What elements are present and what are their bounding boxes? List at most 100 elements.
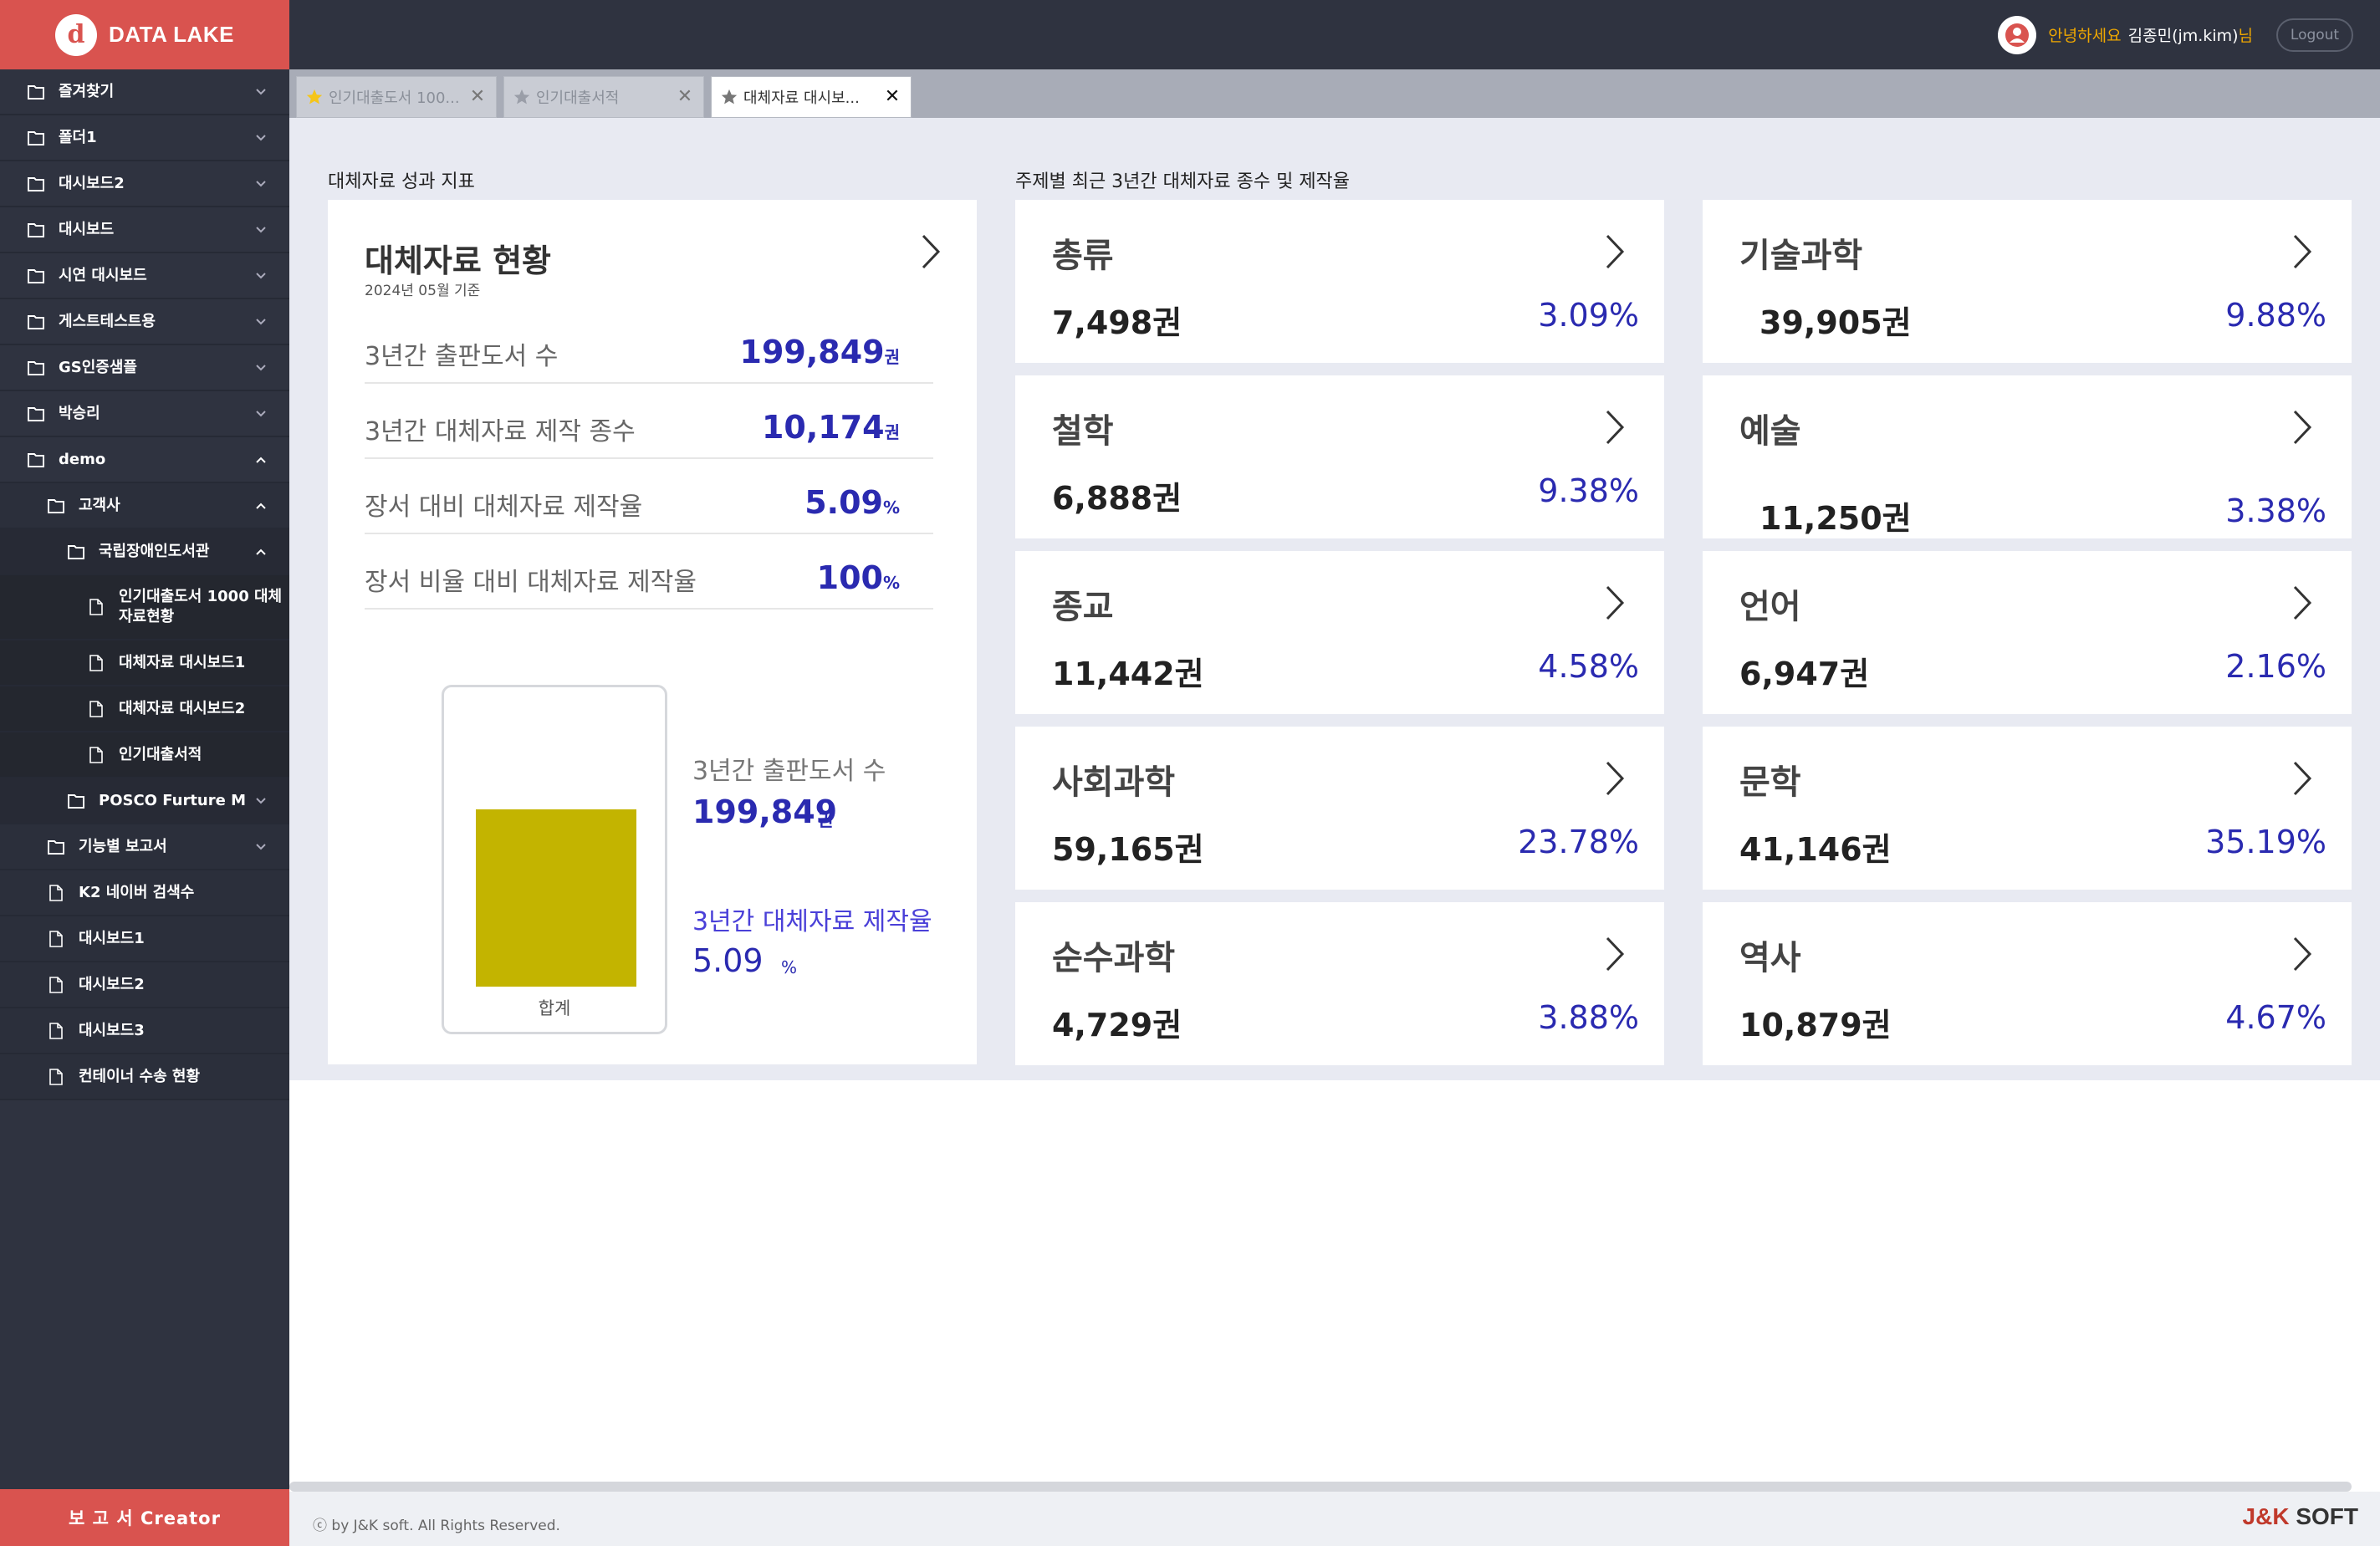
sidebar-item[interactable]: POSCO Furture M	[0, 778, 289, 824]
chevron-down-icon[interactable]	[254, 131, 268, 145]
sidebar-item[interactable]: 대체자료 대시보드2	[0, 686, 289, 732]
chevron-right-icon[interactable]	[2291, 936, 2313, 972]
sidebar-item[interactable]: 컨테이너 수송 현황	[0, 1054, 289, 1100]
chevron-right-icon[interactable]	[1604, 936, 1626, 972]
legend-rate-value: 5.09	[692, 942, 764, 979]
subject-name: 역사	[1739, 939, 1801, 977]
tab-popular-loans-1000[interactable]: 인기대출도서 100... ✕	[296, 76, 497, 118]
sidebar-item[interactable]: 즐겨찾기	[0, 69, 289, 115]
chevron-up-icon[interactable]	[254, 545, 268, 559]
sidebar-item[interactable]: 고객사	[0, 483, 289, 529]
close-icon[interactable]: ✕	[469, 88, 486, 106]
subject-card[interactable]: 예술 11,250권 3.38%	[1703, 375, 2352, 538]
file-icon	[47, 930, 65, 948]
sidebar-item[interactable]: 인기대출서적	[0, 732, 289, 778]
chevron-right-icon[interactable]	[2291, 233, 2313, 270]
star-outline-icon[interactable]	[720, 88, 738, 106]
subject-percentage: 23.78%	[1518, 824, 1639, 860]
chevron-up-icon[interactable]	[254, 499, 268, 513]
sidebar-item[interactable]: 대시보드2	[0, 161, 289, 207]
sidebar-item[interactable]: 시연 대시보드	[0, 253, 289, 299]
subject-name: 언어	[1739, 588, 1801, 626]
sidebar-item[interactable]: 대시보드	[0, 207, 289, 253]
tab-label: 인기대출도서 100...	[329, 89, 460, 107]
star-filled-icon[interactable]	[305, 88, 324, 106]
folder-icon	[47, 838, 65, 856]
report-creator-button[interactable]: 보 고 서 Creator	[0, 1489, 289, 1546]
chevron-up-icon[interactable]	[254, 453, 268, 467]
folder-icon	[27, 129, 45, 147]
star-outline-icon[interactable]	[513, 88, 531, 106]
folder-icon	[27, 221, 45, 239]
sidebar-item[interactable]: K2 네이버 검색수	[0, 870, 289, 916]
chevron-down-icon[interactable]	[254, 85, 268, 99]
app-logo[interactable]: d DATA LAKE	[0, 0, 289, 69]
chevron-down-icon[interactable]	[254, 269, 268, 283]
subject-card[interactable]: 사회과학 59,165권 23.78%	[1015, 727, 1664, 890]
chevron-right-icon[interactable]	[920, 233, 942, 270]
sidebar-item[interactable]: 대시보드1	[0, 916, 289, 962]
sidebar-item[interactable]: 게스트테스트용	[0, 299, 289, 345]
subject-card[interactable]: 역사 10,879권 4.67%	[1703, 902, 2352, 1065]
user-name: 김종민(jm.kim)	[2127, 27, 2239, 45]
summary-card: 대체자료 현황 2024년 05월 기준 3년간 출판도서 수 199,849권…	[328, 200, 977, 1064]
chevron-right-icon[interactable]	[1604, 409, 1626, 446]
chevron-down-icon[interactable]	[254, 840, 268, 854]
chevron-right-icon[interactable]	[2291, 584, 2313, 621]
subject-card[interactable]: 총류 7,498권 3.09%	[1015, 200, 1664, 363]
chevron-down-icon[interactable]	[254, 177, 268, 191]
close-icon[interactable]: ✕	[884, 88, 901, 106]
subject-count: 39,905권	[1759, 304, 1912, 341]
subject-count: 59,165권	[1052, 831, 1204, 868]
sidebar-item[interactable]: 박승리	[0, 391, 289, 437]
tab-label: 대체자료 대시보...	[743, 89, 860, 107]
file-icon	[47, 1068, 65, 1086]
subject-card[interactable]: 언어 6,947권 2.16%	[1703, 551, 2352, 714]
subject-count: 11,250권	[1759, 500, 1912, 537]
chevron-down-icon[interactable]	[254, 223, 268, 237]
sidebar-item-label: 폴더1	[59, 128, 97, 146]
sidebar-item[interactable]: 대시보드2	[0, 962, 289, 1008]
chevron-right-icon[interactable]	[2291, 409, 2313, 446]
sidebar-item-label: 대시보드	[59, 220, 115, 238]
sidebar-item-label: GS인증샘플	[59, 358, 137, 376]
sidebar-item[interactable]: demo	[0, 437, 289, 483]
subject-card[interactable]: 종교 11,442권 4.58%	[1015, 551, 1664, 714]
chevron-down-icon[interactable]	[254, 794, 268, 808]
sidebar: d DATA LAKE 즐겨찾기폴더1 대시보드2 대시보드시연 대시보드 게스트테스…	[0, 0, 289, 1546]
tab-popular-books[interactable]: 인기대출서적 ✕	[503, 76, 704, 118]
subject-card[interactable]: 기술과학 39,905권 9.88%	[1703, 200, 2352, 363]
chevron-down-icon[interactable]	[254, 407, 268, 421]
chevron-down-icon[interactable]	[254, 315, 268, 329]
bar-total	[476, 809, 636, 987]
subject-name: 철학	[1052, 412, 1114, 451]
close-icon[interactable]: ✕	[677, 88, 693, 106]
summary-date: 2024년 05월 기준	[365, 283, 481, 299]
sidebar-item[interactable]: 국립장애인도서관	[0, 529, 289, 575]
tab-alt-material-dashboard[interactable]: 대체자료 대시보... ✕	[711, 76, 912, 118]
logout-button[interactable]: Logout	[2276, 18, 2353, 52]
bar-label: 합계	[538, 998, 571, 1018]
chevron-right-icon[interactable]	[1604, 584, 1626, 621]
user-avatar-icon[interactable]	[1998, 15, 2037, 54]
summary-title: 대체자료 현황	[365, 242, 551, 279]
chevron-down-icon[interactable]	[254, 361, 268, 375]
sidebar-item[interactable]: 기능별 보고서	[0, 824, 289, 870]
subject-name: 순수과학	[1052, 939, 1176, 977]
sidebar-item[interactable]: 인기대출도서 1000 대체자료현황	[0, 575, 289, 640]
subject-percentage: 35.19%	[2205, 824, 2326, 860]
sidebar-item[interactable]: 대시보드3	[0, 1008, 289, 1054]
sidebar-item[interactable]: GS인증샘플	[0, 345, 289, 391]
sidebar-item[interactable]: 대체자료 대시보드1	[0, 640, 289, 686]
subject-card[interactable]: 철학 6,888권 9.38%	[1015, 375, 1664, 538]
chevron-right-icon[interactable]	[1604, 233, 1626, 270]
chevron-right-icon[interactable]	[2291, 760, 2313, 797]
subject-card[interactable]: 순수과학 4,729권 3.88%	[1015, 902, 1664, 1065]
summary-row: 3년간 대체자료 제작 종수 10,174권	[365, 384, 933, 459]
horizontal-scrollbar[interactable]	[289, 1482, 2352, 1492]
sidebar-item-label: 박승리	[59, 404, 100, 422]
chevron-right-icon[interactable]	[1604, 760, 1626, 797]
subject-count: 41,146권	[1739, 831, 1892, 868]
sidebar-item[interactable]: 폴더1	[0, 115, 289, 161]
subject-card[interactable]: 문학 41,146권 35.19%	[1703, 727, 2352, 890]
